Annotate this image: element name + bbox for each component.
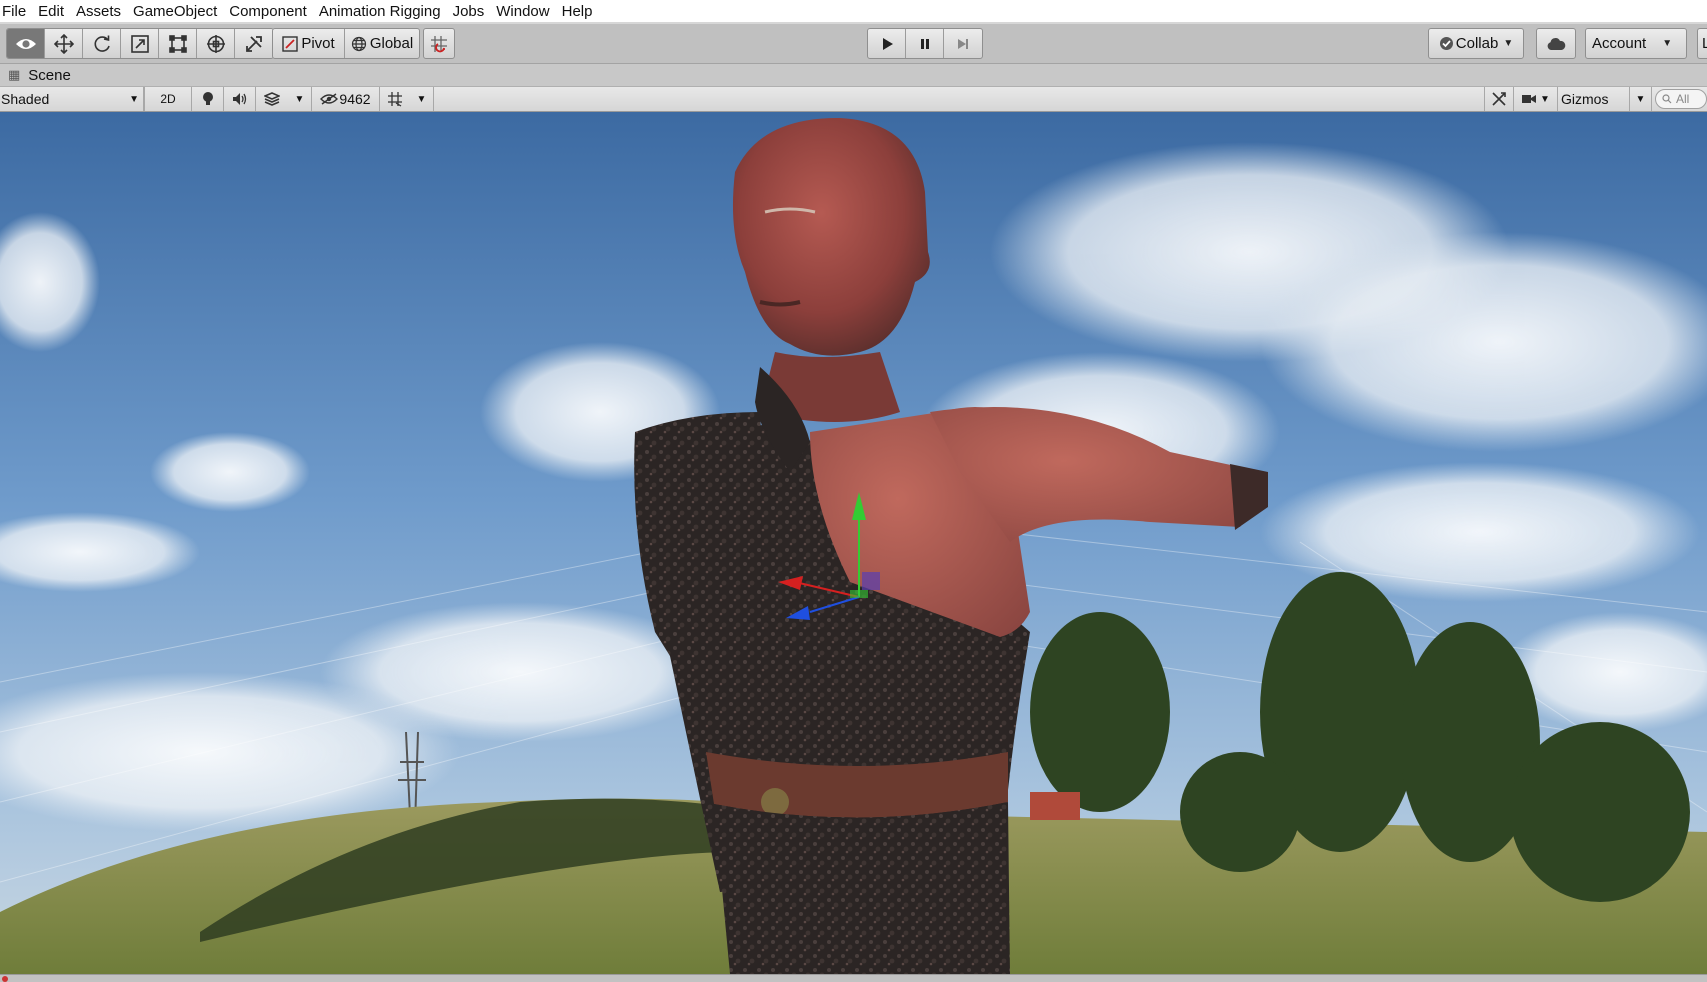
effects-toggle[interactable]: [256, 87, 288, 111]
gizmos-dropdown[interactable]: ▼: [1630, 87, 1652, 111]
layers-group: L: [1697, 28, 1707, 59]
grid-snap-button[interactable]: [424, 29, 454, 58]
checkmark-icon: [1439, 37, 1453, 50]
custom-tool-button[interactable]: [235, 29, 273, 58]
collab-dropdown[interactable]: Collab ▼: [1429, 29, 1523, 58]
camera-icon: [1522, 95, 1537, 103]
chevron-down-icon: ▼: [1635, 93, 1646, 105]
pivot-label: Pivot: [301, 35, 335, 52]
rotate-tool-button[interactable]: [83, 29, 121, 58]
tab-scene[interactable]: Scene: [28, 67, 71, 84]
scene-search-input[interactable]: All: [1655, 89, 1707, 109]
scene-render: [0, 112, 1707, 974]
mode-2d-toggle[interactable]: 2D: [144, 87, 192, 111]
draw-mode-dropdown[interactable]: Shaded ▼: [0, 87, 144, 111]
audio-speaker-icon: [232, 93, 246, 105]
rotate-icon: [94, 35, 110, 52]
pause-icon: [920, 38, 929, 49]
menu-help[interactable]: Help: [556, 3, 599, 20]
chevron-down-icon: ▼: [416, 93, 427, 105]
global-toggle[interactable]: Global: [345, 29, 419, 58]
error-indicator-icon[interactable]: [2, 976, 8, 982]
globe-icon: [351, 36, 366, 51]
pause-button[interactable]: [906, 29, 944, 58]
menu-bar: File Edit Assets GameObject Component An…: [0, 0, 1707, 24]
move-tool-button[interactable]: [45, 29, 83, 58]
collab-group: Collab ▼: [1428, 28, 1524, 59]
search-icon: [1662, 94, 1672, 104]
step-button[interactable]: [944, 29, 982, 58]
account-group: Account ▼: [1585, 28, 1687, 59]
chevron-down-icon: ▼: [294, 93, 305, 105]
global-label: Global: [369, 35, 414, 52]
menu-edit[interactable]: Edit: [32, 3, 70, 20]
play-icon: [882, 37, 893, 50]
scene-tab-bar: ▦ Scene: [0, 64, 1707, 87]
gizmos-button[interactable]: Gizmos: [1558, 87, 1630, 111]
menu-gameobject[interactable]: GameObject: [127, 3, 223, 20]
scene-toolbar: Shaded ▼ 2D ▼ 9462 ▼ ▼ Gizmos ▼ All: [0, 87, 1707, 112]
menu-component[interactable]: Component: [223, 3, 313, 20]
step-icon: [958, 38, 968, 49]
view-tool-button[interactable]: [7, 29, 45, 58]
chevron-down-icon: ▼: [1503, 38, 1514, 49]
rect-tool-button[interactable]: [159, 29, 197, 58]
cloud-icon: [1547, 37, 1566, 50]
handle-position-group: Pivot Global: [272, 28, 420, 59]
gizmos-label: Gizmos: [1561, 91, 1609, 107]
layers-dropdown[interactable]: L: [1698, 29, 1707, 58]
transform-tool-button[interactable]: [197, 29, 235, 58]
audio-toggle[interactable]: [224, 87, 256, 111]
scene-viewport[interactable]: [0, 112, 1707, 974]
grid-toggle[interactable]: [380, 87, 410, 111]
grid-icon: [388, 92, 402, 107]
menu-assets[interactable]: Assets: [70, 3, 127, 20]
tools-icon: [1492, 92, 1506, 106]
view-eye-icon: [15, 38, 36, 49]
account-label: Account: [1592, 35, 1647, 52]
custom-tool-icon: [246, 35, 262, 52]
grid-snap-icon: [431, 35, 447, 52]
transform-tool-icon: [206, 34, 225, 53]
collab-label: Collab: [1455, 35, 1499, 52]
layers-label: L: [1702, 35, 1707, 52]
chevron-down-icon: ▼: [1662, 38, 1673, 49]
scale-tool-button[interactable]: [121, 29, 159, 58]
hidden-eye-icon: [320, 93, 339, 105]
hidden-count: 9462: [339, 91, 371, 107]
main-toolbar: Pivot Global Collab ▼ Account ▼: [0, 24, 1707, 64]
effects-dropdown[interactable]: ▼: [288, 87, 312, 111]
camera-dropdown[interactable]: ▼: [1514, 87, 1558, 111]
pivot-icon: [282, 35, 299, 52]
scale-icon: [130, 34, 149, 53]
pivot-toggle[interactable]: Pivot: [273, 29, 345, 58]
snap-group: [423, 28, 455, 59]
lighting-toggle[interactable]: [192, 87, 224, 111]
grid-dropdown[interactable]: ▼: [410, 87, 434, 111]
cloud-button[interactable]: [1537, 29, 1575, 58]
scene-grid-icon: ▦: [8, 67, 21, 82]
effects-layers-icon: [264, 92, 280, 106]
mode-2d-label: 2D: [160, 92, 176, 106]
search-placeholder: All: [1676, 92, 1690, 106]
play-controls: [867, 28, 983, 59]
light-bulb-icon: [202, 92, 213, 105]
tools-toggle[interactable]: [1484, 87, 1514, 111]
menu-jobs[interactable]: Jobs: [447, 3, 491, 20]
draw-mode-label: Shaded: [1, 91, 50, 107]
account-dropdown[interactable]: Account ▼: [1586, 29, 1686, 58]
transform-tools: [6, 28, 274, 59]
menu-window[interactable]: Window: [490, 3, 555, 20]
chevron-down-icon: ▼: [1540, 93, 1550, 105]
move-icon: [53, 33, 74, 54]
red-tractor: [1030, 792, 1080, 820]
rect-tool-icon: [168, 34, 187, 53]
hidden-objects-toggle[interactable]: 9462: [312, 87, 380, 111]
menu-animation-rigging[interactable]: Animation Rigging: [313, 3, 447, 20]
menu-file[interactable]: File: [0, 3, 32, 20]
chevron-down-icon: ▼: [129, 93, 139, 105]
play-button[interactable]: [868, 29, 906, 58]
cloud-group: [1536, 28, 1576, 59]
